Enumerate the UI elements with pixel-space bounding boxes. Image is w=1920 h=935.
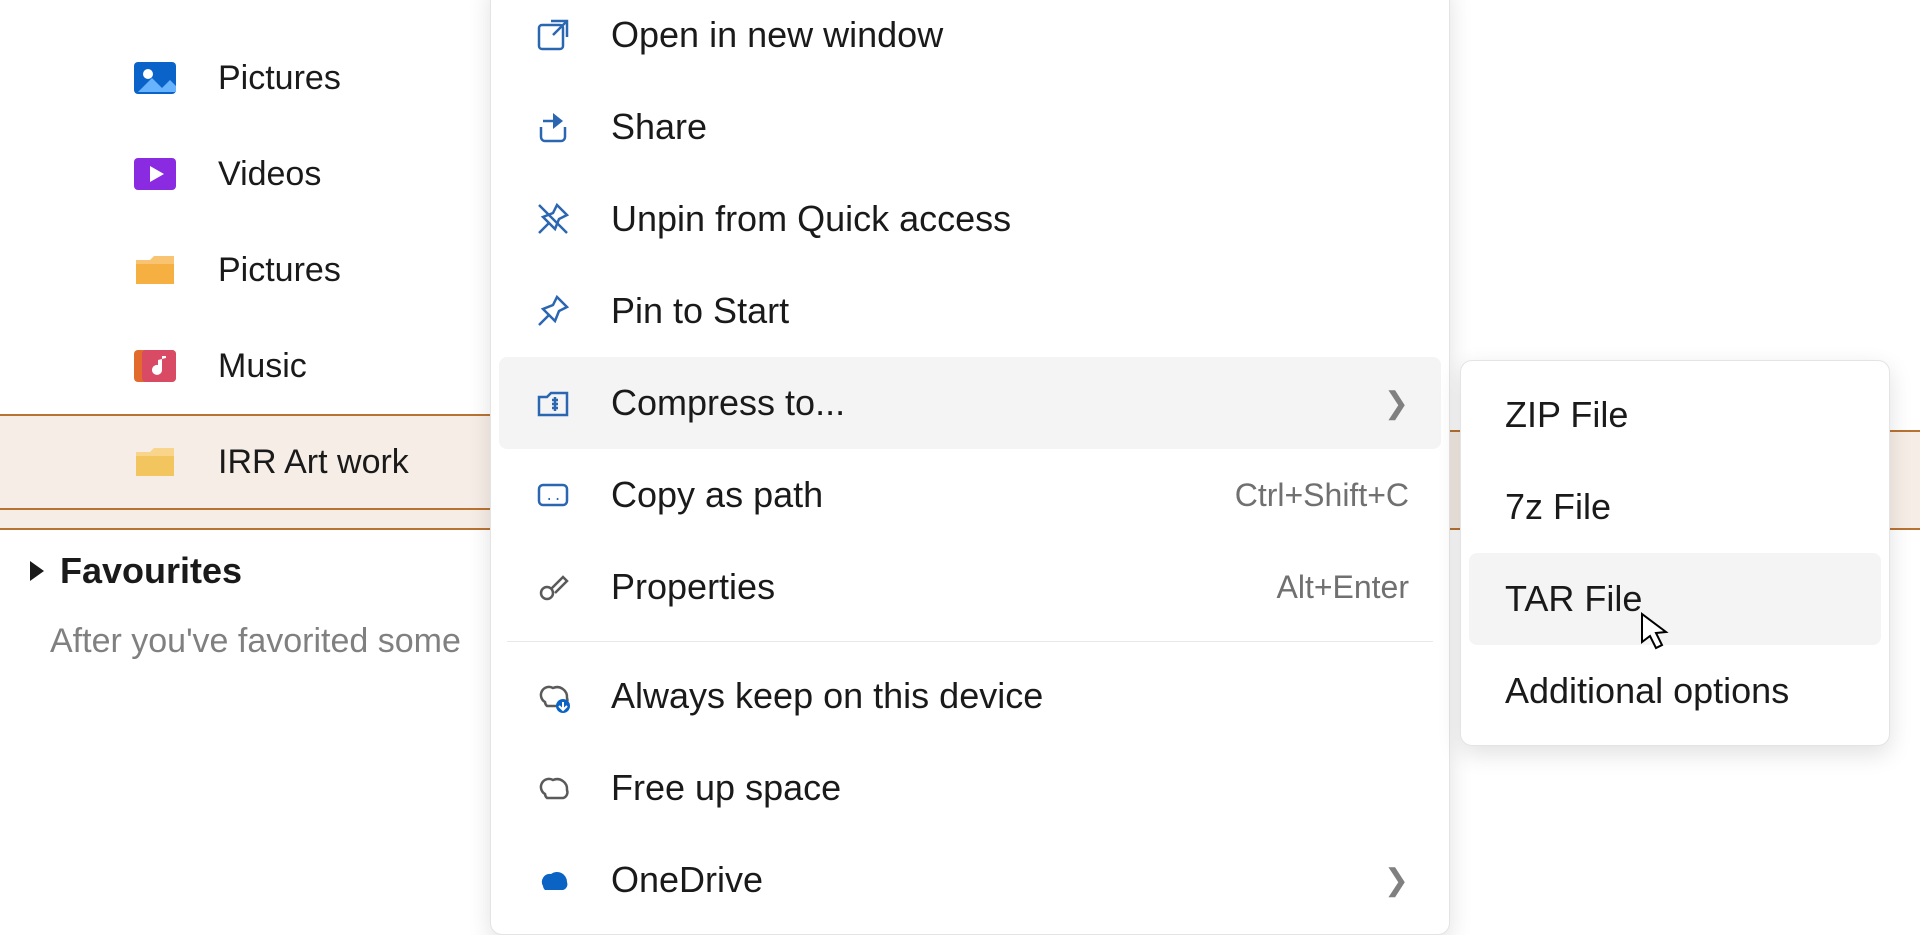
compress-icon bbox=[531, 381, 575, 425]
submenu-item-label: Additional options bbox=[1505, 670, 1845, 712]
submenu-tar-file[interactable]: TAR File bbox=[1469, 553, 1881, 645]
menu-item-shortcut: Ctrl+Shift+C bbox=[1235, 477, 1409, 514]
sidebar: Pictures Videos Pictures Music bbox=[0, 0, 490, 661]
menu-item-label: Pin to Start bbox=[611, 290, 1409, 332]
sidebar-favourites-section: Favourites After you've favorited some bbox=[0, 550, 490, 661]
menu-item-label: Copy as path bbox=[611, 474, 1199, 516]
menu-compress-to[interactable]: Compress to... ❯ bbox=[499, 357, 1441, 449]
svg-text:..: .. bbox=[545, 489, 562, 505]
menu-item-label: Free up space bbox=[611, 767, 1409, 809]
sidebar-item-music[interactable]: Music bbox=[0, 318, 490, 414]
menu-item-label: OneDrive bbox=[611, 859, 1348, 901]
share-icon bbox=[531, 105, 575, 149]
favourites-title: Favourites bbox=[60, 550, 242, 592]
cloud-keep-icon bbox=[531, 674, 575, 718]
sidebar-item-label: Pictures bbox=[218, 59, 341, 98]
menu-divider bbox=[507, 641, 1433, 642]
cloud-free-icon bbox=[531, 766, 575, 810]
menu-pin-to-start[interactable]: Pin to Start bbox=[499, 265, 1441, 357]
open-new-window-icon bbox=[531, 13, 575, 57]
sidebar-item-label: Music bbox=[218, 347, 307, 386]
videos-icon bbox=[132, 154, 178, 194]
menu-item-label: Always keep on this device bbox=[611, 675, 1409, 717]
onedrive-icon bbox=[531, 858, 575, 902]
pictures-app-icon bbox=[132, 58, 178, 98]
chevron-right-icon bbox=[30, 561, 44, 581]
menu-item-label: Open in new window bbox=[611, 14, 1409, 56]
menu-item-label: Properties bbox=[611, 566, 1240, 608]
menu-open-in-new-window[interactable]: Open in new window bbox=[499, 0, 1441, 81]
folder-icon bbox=[132, 250, 178, 290]
chevron-right-icon: ❯ bbox=[1384, 863, 1409, 898]
menu-item-label: Unpin from Quick access bbox=[611, 198, 1409, 240]
sidebar-item-label: Videos bbox=[218, 155, 321, 194]
submenu-item-label: TAR File bbox=[1505, 578, 1845, 620]
submenu-zip-file[interactable]: ZIP File bbox=[1469, 369, 1881, 461]
menu-item-label: Compress to... bbox=[611, 382, 1348, 424]
compress-submenu: ZIP File 7z File TAR File Additional opt… bbox=[1460, 360, 1890, 746]
music-icon bbox=[132, 346, 178, 386]
submenu-item-label: 7z File bbox=[1505, 486, 1845, 528]
menu-share[interactable]: Share bbox=[499, 81, 1441, 173]
pin-icon bbox=[531, 289, 575, 333]
sidebar-item-videos[interactable]: Videos bbox=[0, 126, 490, 222]
favourites-header[interactable]: Favourites bbox=[30, 550, 490, 592]
menu-free-up-space[interactable]: Free up space bbox=[499, 742, 1441, 834]
menu-properties[interactable]: Properties Alt+Enter bbox=[499, 541, 1441, 633]
menu-item-label: Share bbox=[611, 106, 1409, 148]
submenu-7z-file[interactable]: 7z File bbox=[1469, 461, 1881, 553]
context-menu: Open in new window Share Unpin from Quic… bbox=[490, 0, 1450, 935]
menu-always-keep-on-device[interactable]: Always keep on this device bbox=[499, 650, 1441, 742]
folder-icon bbox=[132, 442, 178, 482]
sidebar-item-label: Pictures bbox=[218, 251, 341, 290]
sidebar-item-pictures-folder[interactable]: Pictures bbox=[0, 222, 490, 318]
copy-path-icon: .. bbox=[531, 473, 575, 517]
submenu-additional-options[interactable]: Additional options bbox=[1469, 645, 1881, 737]
properties-icon bbox=[531, 565, 575, 609]
sidebar-item-irr-art-work[interactable]: IRR Art work bbox=[0, 414, 490, 510]
chevron-right-icon: ❯ bbox=[1384, 386, 1409, 421]
menu-onedrive[interactable]: OneDrive ❯ bbox=[499, 834, 1441, 926]
sidebar-item-pictures-app[interactable]: Pictures bbox=[0, 30, 490, 126]
menu-item-shortcut: Alt+Enter bbox=[1276, 569, 1409, 606]
menu-unpin-quick-access[interactable]: Unpin from Quick access bbox=[499, 173, 1441, 265]
menu-copy-as-path[interactable]: .. Copy as path Ctrl+Shift+C bbox=[499, 449, 1441, 541]
unpin-icon bbox=[531, 197, 575, 241]
favourites-empty-text: After you've favorited some bbox=[30, 622, 490, 661]
submenu-item-label: ZIP File bbox=[1505, 394, 1845, 436]
sidebar-item-label: IRR Art work bbox=[218, 443, 409, 482]
